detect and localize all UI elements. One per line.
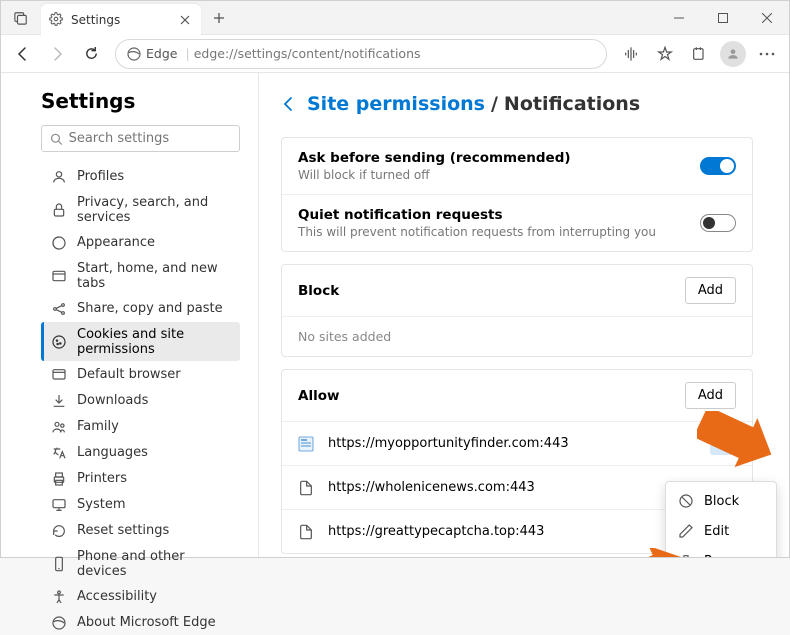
ask-toggle[interactable] (700, 157, 736, 175)
allow-site-row: https://myopportunityfinder.com:443 ··· (282, 421, 752, 465)
address-url: edge://settings/content/notifications (194, 46, 421, 61)
general-panel: Ask before sending (recommended) Will bl… (281, 137, 753, 252)
accessibility-icon (51, 589, 67, 605)
maximize-button[interactable] (701, 2, 745, 34)
close-tab-button[interactable] (177, 12, 193, 28)
context-menu: Block Edit Remove (665, 481, 777, 557)
breadcrumb-back-button[interactable] (281, 96, 297, 112)
lock-icon (51, 202, 67, 218)
close-window-button[interactable] (745, 2, 789, 34)
collections-button[interactable] (683, 38, 715, 70)
tabs-icon (51, 268, 67, 284)
sidebar-heading: Settings (41, 89, 240, 113)
sidebar-item-appearance[interactable]: Appearance (41, 230, 240, 255)
cookie-icon (51, 334, 67, 350)
browser-window: Settings Edge | edge://settings/content/… (0, 0, 790, 558)
block-panel: Block Add No sites added (281, 264, 753, 357)
breadcrumb-separator: / (491, 93, 498, 115)
block-title: Block (298, 283, 339, 299)
main-panel: Site permissions / Notifications Ask bef… (259, 73, 789, 557)
quiet-desc: This will prevent notification requests … (298, 225, 656, 239)
sidebar-item-family[interactable]: Family (41, 414, 240, 439)
tab-actions-button[interactable] (7, 4, 35, 32)
block-empty-text: No sites added (282, 316, 752, 356)
ask-before-sending-row: Ask before sending (recommended) Will bl… (282, 138, 752, 194)
ctx-edit[interactable]: Edit (666, 516, 776, 546)
read-aloud-button[interactable] (615, 38, 647, 70)
quiet-toggle[interactable] (700, 214, 736, 232)
system-icon (51, 497, 67, 513)
site-url: https://wholenicenews.com:443 (328, 480, 535, 495)
edit-icon (678, 523, 694, 539)
sidebar-item-start-home[interactable]: Start, home, and new tabs (41, 256, 240, 295)
sidebar-item-phone[interactable]: Phone and other devices (41, 544, 240, 583)
quiet-requests-row: Quiet notification requests This will pr… (282, 194, 752, 251)
download-icon (51, 393, 67, 409)
allow-title: Allow (298, 388, 339, 404)
sidebar-item-downloads[interactable]: Downloads (41, 388, 240, 413)
ask-desc: Will block if turned off (298, 168, 571, 182)
appearance-icon (51, 235, 67, 251)
menu-button[interactable] (751, 38, 783, 70)
tab-title: Settings (71, 13, 177, 27)
ask-title: Ask before sending (recommended) (298, 150, 571, 166)
sidebar-item-about[interactable]: About Microsoft Edge (41, 610, 240, 635)
edge-icon (51, 615, 67, 631)
sidebar-item-printers[interactable]: Printers (41, 466, 240, 491)
refresh-button[interactable] (75, 38, 107, 70)
file-icon (298, 524, 314, 540)
site-url: https://myopportunityfinder.com:443 (328, 436, 569, 451)
address-scheme-label: Edge (146, 46, 177, 61)
new-tab-button[interactable] (205, 4, 233, 32)
address-bar[interactable]: Edge | edge://settings/content/notificat… (115, 39, 607, 69)
sidebar-item-share[interactable]: Share, copy and paste (41, 296, 240, 321)
quiet-title: Quiet notification requests (298, 207, 656, 223)
printer-icon (51, 471, 67, 487)
forward-button[interactable] (41, 38, 73, 70)
sidebar-item-privacy[interactable]: Privacy, search, and services (41, 190, 240, 229)
toolbar: Edge | edge://settings/content/notificat… (1, 35, 789, 73)
settings-sidebar: Settings Profiles Privacy, search, and s… (1, 73, 259, 557)
file-icon (298, 480, 314, 496)
content-area: Settings Profiles Privacy, search, and s… (1, 73, 789, 557)
share-icon (51, 301, 67, 317)
edge-logo-icon (126, 46, 142, 62)
title-bar: Settings (1, 1, 789, 35)
favorites-button[interactable] (649, 38, 681, 70)
site-url: https://greattypecaptcha.top:443 (328, 524, 544, 539)
sidebar-item-languages[interactable]: Languages (41, 440, 240, 465)
block-add-button[interactable]: Add (685, 277, 736, 304)
browser-icon (51, 367, 67, 383)
breadcrumb-current: Notifications (504, 93, 640, 115)
block-icon (678, 493, 694, 509)
window-controls (657, 2, 789, 34)
sidebar-item-cookies[interactable]: Cookies and site permissions (41, 322, 240, 361)
breadcrumb-parent-link[interactable]: Site permissions (307, 93, 485, 115)
back-button[interactable] (7, 38, 39, 70)
ctx-remove[interactable]: Remove (666, 546, 776, 557)
site-more-button[interactable]: ··· (710, 432, 736, 455)
address-separator: | (185, 46, 189, 61)
minimize-button[interactable] (657, 2, 701, 34)
sidebar-item-accessibility[interactable]: Accessibility (41, 584, 240, 609)
trash-icon (678, 553, 694, 557)
site-favicon-icon (298, 436, 314, 452)
allow-add-button[interactable]: Add (685, 382, 736, 409)
profile-button[interactable] (717, 38, 749, 70)
reset-icon (51, 523, 67, 539)
search-input[interactable] (69, 131, 231, 146)
browser-tab[interactable]: Settings (41, 4, 201, 36)
profile-icon (51, 169, 67, 185)
sidebar-item-profiles[interactable]: Profiles (41, 164, 240, 189)
ctx-block[interactable]: Block (666, 486, 776, 516)
language-icon (51, 445, 67, 461)
search-settings[interactable] (41, 125, 240, 152)
sidebar-item-default-browser[interactable]: Default browser (41, 362, 240, 387)
sidebar-item-reset[interactable]: Reset settings (41, 518, 240, 543)
gear-icon (49, 12, 65, 28)
breadcrumb: Site permissions / Notifications (281, 93, 753, 115)
sidebar-item-system[interactable]: System (41, 492, 240, 517)
family-icon (51, 419, 67, 435)
